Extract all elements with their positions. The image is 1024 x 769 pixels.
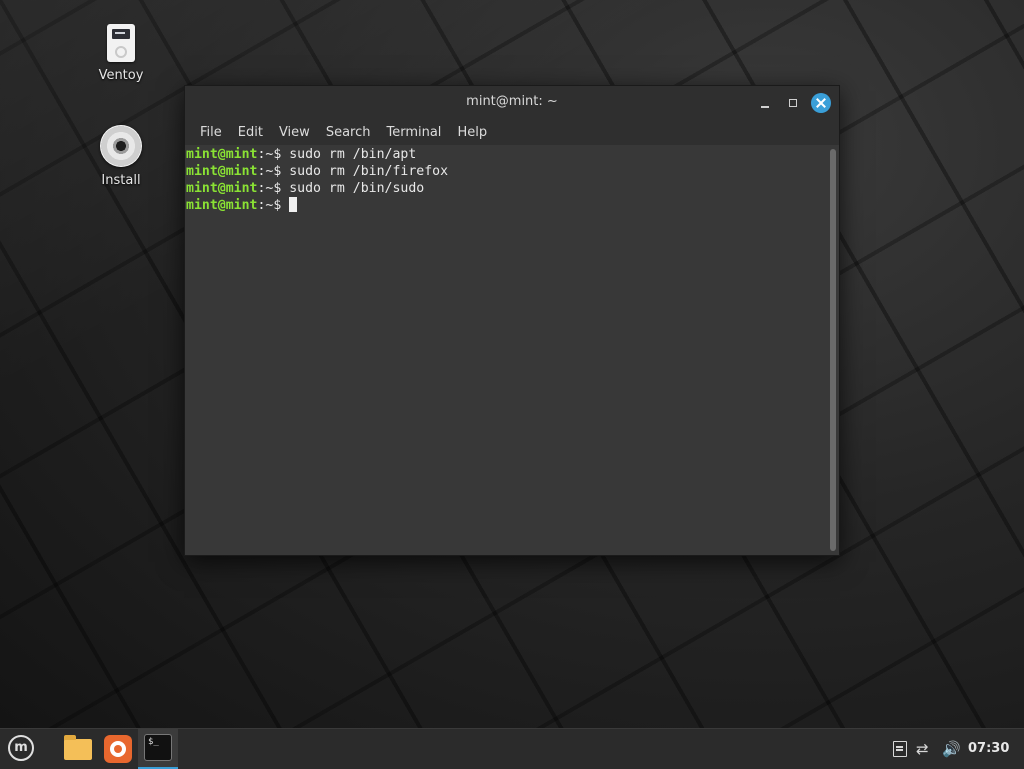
desktop-icon-ventoy[interactable]: Ventoy: [81, 24, 161, 83]
terminal-icon: $_: [144, 734, 172, 761]
firefox-icon: [104, 735, 132, 763]
network-disconnected-icon[interactable]: ⇄: [916, 729, 938, 769]
linux-mint-logo-icon: m: [8, 735, 34, 761]
clipboard-icon[interactable]: [890, 729, 910, 769]
terminal-output[interactable]: mint@mint:~$ sudo rm /bin/apt mint@mint:…: [185, 145, 839, 555]
prompt-path: :~$: [257, 198, 290, 213]
firefox-launcher[interactable]: [98, 729, 138, 769]
close-button[interactable]: [811, 93, 831, 113]
window-title: mint@mint: ~: [466, 94, 558, 109]
menu-edit[interactable]: Edit: [230, 125, 271, 140]
terminal-line: mint@mint:~$ sudo rm /bin/sudo: [186, 180, 448, 197]
clock[interactable]: 07:30: [968, 729, 1009, 769]
taskbar: m $_ ⇄ 🔊 07:30: [0, 728, 1024, 769]
files-launcher[interactable]: [58, 729, 98, 769]
menu-terminal[interactable]: Terminal: [378, 125, 449, 140]
menu-search[interactable]: Search: [318, 125, 379, 140]
terminal-line: mint@mint:~$ sudo rm /bin/apt: [186, 146, 448, 163]
command-text: sudo rm /bin/sudo: [289, 181, 425, 196]
prompt-user: mint@mint: [186, 181, 258, 196]
text-cursor: [289, 197, 298, 212]
prompt-user: mint@mint: [186, 164, 258, 179]
minimize-button[interactable]: [755, 93, 775, 113]
menu-bar: File Edit View Search Terminal Help: [185, 119, 839, 145]
prompt-path: :~$: [257, 181, 290, 196]
menu-view[interactable]: View: [271, 125, 318, 140]
prompt-path: :~$: [257, 164, 290, 179]
desktop-icon-label: Install: [101, 173, 141, 188]
prompt-user: mint@mint: [186, 147, 258, 162]
terminal-line: mint@mint:~$: [186, 197, 448, 214]
menu-file[interactable]: File: [192, 125, 230, 140]
command-text: sudo rm /bin/apt: [289, 147, 417, 162]
terminal-launcher[interactable]: $_: [138, 729, 178, 769]
command-text: sudo rm /bin/firefox: [289, 164, 449, 179]
desktop-icon-label: Ventoy: [98, 68, 144, 83]
cd-disc-icon: [100, 125, 142, 167]
menu-help[interactable]: Help: [449, 125, 495, 140]
window-titlebar[interactable]: mint@mint: ~: [185, 86, 839, 119]
prompt-user: mint@mint: [186, 198, 258, 213]
prompt-path: :~$: [257, 147, 290, 162]
scrollbar[interactable]: [830, 149, 836, 551]
terminal-window[interactable]: mint@mint: ~ File Edit View Search Termi…: [184, 85, 840, 556]
usb-drive-icon: [107, 24, 135, 62]
folder-icon: [64, 735, 92, 760]
maximize-button[interactable]: [783, 93, 803, 113]
desktop-icon-install[interactable]: Install: [81, 125, 161, 188]
volume-icon[interactable]: 🔊: [942, 729, 964, 769]
start-menu-button[interactable]: m: [2, 729, 42, 769]
terminal-line: mint@mint:~$ sudo rm /bin/firefox: [186, 163, 448, 180]
desktop: Ventoy Install mint@mint: ~ File Edit Vi…: [0, 0, 1024, 728]
